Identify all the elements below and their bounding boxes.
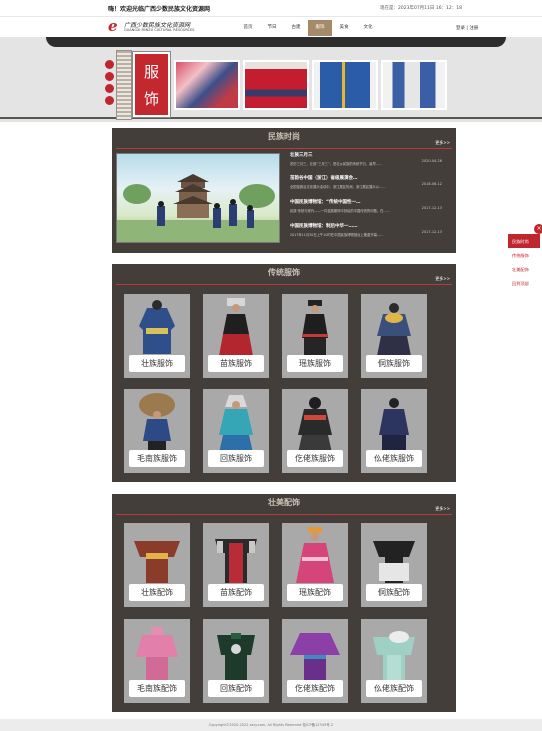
login-register-link[interactable]: 登录 | 注册: [456, 25, 478, 31]
news-item[interactable]: 壮族三月三 农历三月三，壮族“三月三”，是壮乡民族的传统节日，最早…… 2020…: [290, 152, 450, 166]
card-label[interactable]: 仡佬族服饰: [287, 450, 343, 467]
news-item-title[interactable]: 苗韵谷中国（浙江）省级展演会…: [290, 175, 450, 181]
costume-card-gelao[interactable]: 仡佬族服饰: [282, 389, 348, 473]
side-item-news[interactable]: 民族时尚: [508, 234, 540, 248]
main-nav: 首页 节日 古建 服饰 美食 文化: [236, 20, 380, 36]
clock-text: 现在是：2023年07月11日 16：12：18: [380, 6, 463, 11]
accessory-card-maonan[interactable]: 毛南族配饰: [124, 619, 190, 703]
section-title: 民族时尚: [268, 132, 300, 141]
section-title: 传统服饰: [268, 268, 300, 277]
footer-copyright: Copyright©2020-2022 zzzy.com, All Rights…: [0, 719, 542, 731]
banner-roof-bar: [46, 37, 506, 47]
close-icon[interactable]: ×: [534, 224, 542, 234]
news-item-desc: 2017年11月30日上午10时在中国民族博物馆台上隆重开幕……: [290, 233, 384, 237]
card-label[interactable]: 回族配饰: [208, 680, 264, 697]
welcome-text: 嗨！欢迎光临广西少数民族文化资源网: [108, 6, 211, 13]
card-label[interactable]: 仫佬族配饰: [366, 680, 422, 697]
banner-divider: [0, 117, 542, 119]
news-item-title[interactable]: 壮族三月三: [290, 152, 450, 158]
nav-item-home[interactable]: 首页: [236, 20, 260, 36]
side-menu: 民族时尚 传统服饰 壮美配饰 回到顶部: [508, 234, 540, 290]
banner-photo-dark-jacket: [381, 60, 447, 110]
news-item[interactable]: 苗韵谷中国（浙江）省级展演会… 全国苗韵谷文化展示活动中，浙江展区热闹，浙江展区…: [290, 175, 450, 189]
costume-card-yao[interactable]: 瑶族服饰: [282, 294, 348, 378]
banner-title-char: 饰: [143, 89, 159, 108]
more-link[interactable]: 更多>>: [435, 140, 450, 146]
costume-card-dong[interactable]: 侗族服饰: [361, 294, 427, 378]
more-link[interactable]: 更多>>: [435, 506, 450, 512]
nav-item-culture[interactable]: 文化: [356, 20, 380, 36]
costume-card-maonan[interactable]: 毛南族服饰: [124, 389, 190, 473]
red-lantern-icon: [105, 60, 114, 69]
section-divider: [116, 514, 452, 515]
news-item-desc: 农历三月三，壮族“三月三”，是壮乡民族的传统节日，最早……: [290, 162, 383, 166]
banner-title: 服 饰: [132, 51, 171, 118]
red-lantern-icon: [105, 96, 114, 105]
card-label[interactable]: 仡佬族配饰: [287, 680, 343, 697]
decorative-pillar: [116, 50, 132, 120]
logo-subtitle: GUANGXI MINZU CULTURAL RESOURCES: [124, 28, 195, 32]
accessory-card-dong[interactable]: 侗族配饰: [361, 523, 427, 607]
accessory-card-hui[interactable]: 回族配饰: [203, 619, 269, 703]
accessory-card-zhuang[interactable]: 壮族配饰: [124, 523, 190, 607]
card-label[interactable]: 回族服饰: [208, 450, 264, 467]
card-label[interactable]: 毛南族服饰: [129, 450, 185, 467]
card-label[interactable]: 瑶族服饰: [287, 355, 343, 372]
banner-photo-red-skirt: [243, 60, 309, 110]
nav-item-festival[interactable]: 节日: [260, 20, 284, 36]
costume-card-hui[interactable]: 回族服饰: [203, 389, 269, 473]
card-label[interactable]: 仫佬族服饰: [366, 450, 422, 467]
side-item-costumes[interactable]: 传统服饰: [508, 248, 540, 262]
news-item-date: 2018-06-12: [421, 182, 442, 186]
banner-title-char: 服: [143, 62, 159, 81]
card-label[interactable]: 侗族服饰: [366, 355, 422, 372]
accessory-card-yao[interactable]: 瑶族配饰: [282, 523, 348, 607]
card-label[interactable]: 毛南族配饰: [129, 680, 185, 697]
card-label[interactable]: 侗族配饰: [366, 584, 422, 601]
logo-icon[interactable]: e: [108, 19, 121, 34]
costume-card-miao[interactable]: 苗族服饰: [203, 294, 269, 378]
costume-card-mulao[interactable]: 仫佬族服饰: [361, 389, 427, 473]
news-item-date: 2017-12-13: [421, 230, 442, 234]
red-lantern-icon: [105, 72, 114, 81]
red-lantern-icon: [105, 84, 114, 93]
card-label[interactable]: 苗族服饰: [208, 355, 264, 372]
accessory-card-miao[interactable]: 苗族配饰: [203, 523, 269, 607]
news-item[interactable]: 中国民族博物馆：制后中华一…… 2017年11月30日上午10时在中国民族博物馆…: [290, 223, 450, 237]
news-item[interactable]: 中国民族博物馆：“传统中国性一… 民族·传统与现代——一件苗族服饰中刻绘的中国传…: [290, 199, 450, 213]
news-item-desc: 全国苗韵谷文化展示活动中，浙江展区热闹，浙江展区展示以……: [290, 185, 386, 189]
section-divider: [116, 284, 452, 285]
nav-item-costume[interactable]: 服饰: [308, 20, 332, 36]
card-label[interactable]: 苗族配饰: [208, 584, 264, 601]
news-item-title[interactable]: 中国民族博物馆：“传统中国性一…: [290, 199, 450, 205]
news-item-desc: 民族·传统与现代——一件苗族服饰中刻绘的中国传统的问题。在……: [290, 209, 390, 213]
nav-item-architecture[interactable]: 古建: [284, 20, 308, 36]
accessory-card-gelao[interactable]: 仡佬族配饰: [282, 619, 348, 703]
card-label[interactable]: 壮族配饰: [129, 584, 185, 601]
news-item-date: 2020-04-26: [421, 159, 442, 163]
section-divider: [116, 148, 452, 149]
side-item-accessories[interactable]: 壮美配饰: [508, 262, 540, 276]
section-title: 壮美配饰: [268, 498, 300, 507]
top-bar: 嗨！欢迎光临广西少数民族文化资源网 现在是：2023年07月11日 16：12：…: [0, 0, 542, 17]
card-label[interactable]: 壮族服饰: [129, 355, 185, 372]
banner-photo-blue-jacket: [312, 60, 378, 110]
card-label[interactable]: 瑶族配饰: [287, 584, 343, 601]
nav-item-food[interactable]: 美食: [332, 20, 356, 36]
more-link[interactable]: 更多>>: [435, 276, 450, 282]
accessory-card-mulao[interactable]: 仫佬族配饰: [361, 619, 427, 703]
news-item-date: 2017-12-13: [421, 206, 442, 210]
news-item-title[interactable]: 中国民族博物馆：制后中华一……: [290, 223, 450, 229]
side-item-back-to-top[interactable]: 回到顶部: [508, 276, 540, 290]
banner-photo-embroidery: [174, 60, 240, 110]
costume-card-zhuang[interactable]: 壮族服饰: [124, 294, 190, 378]
news-featured-image[interactable]: [116, 153, 280, 243]
